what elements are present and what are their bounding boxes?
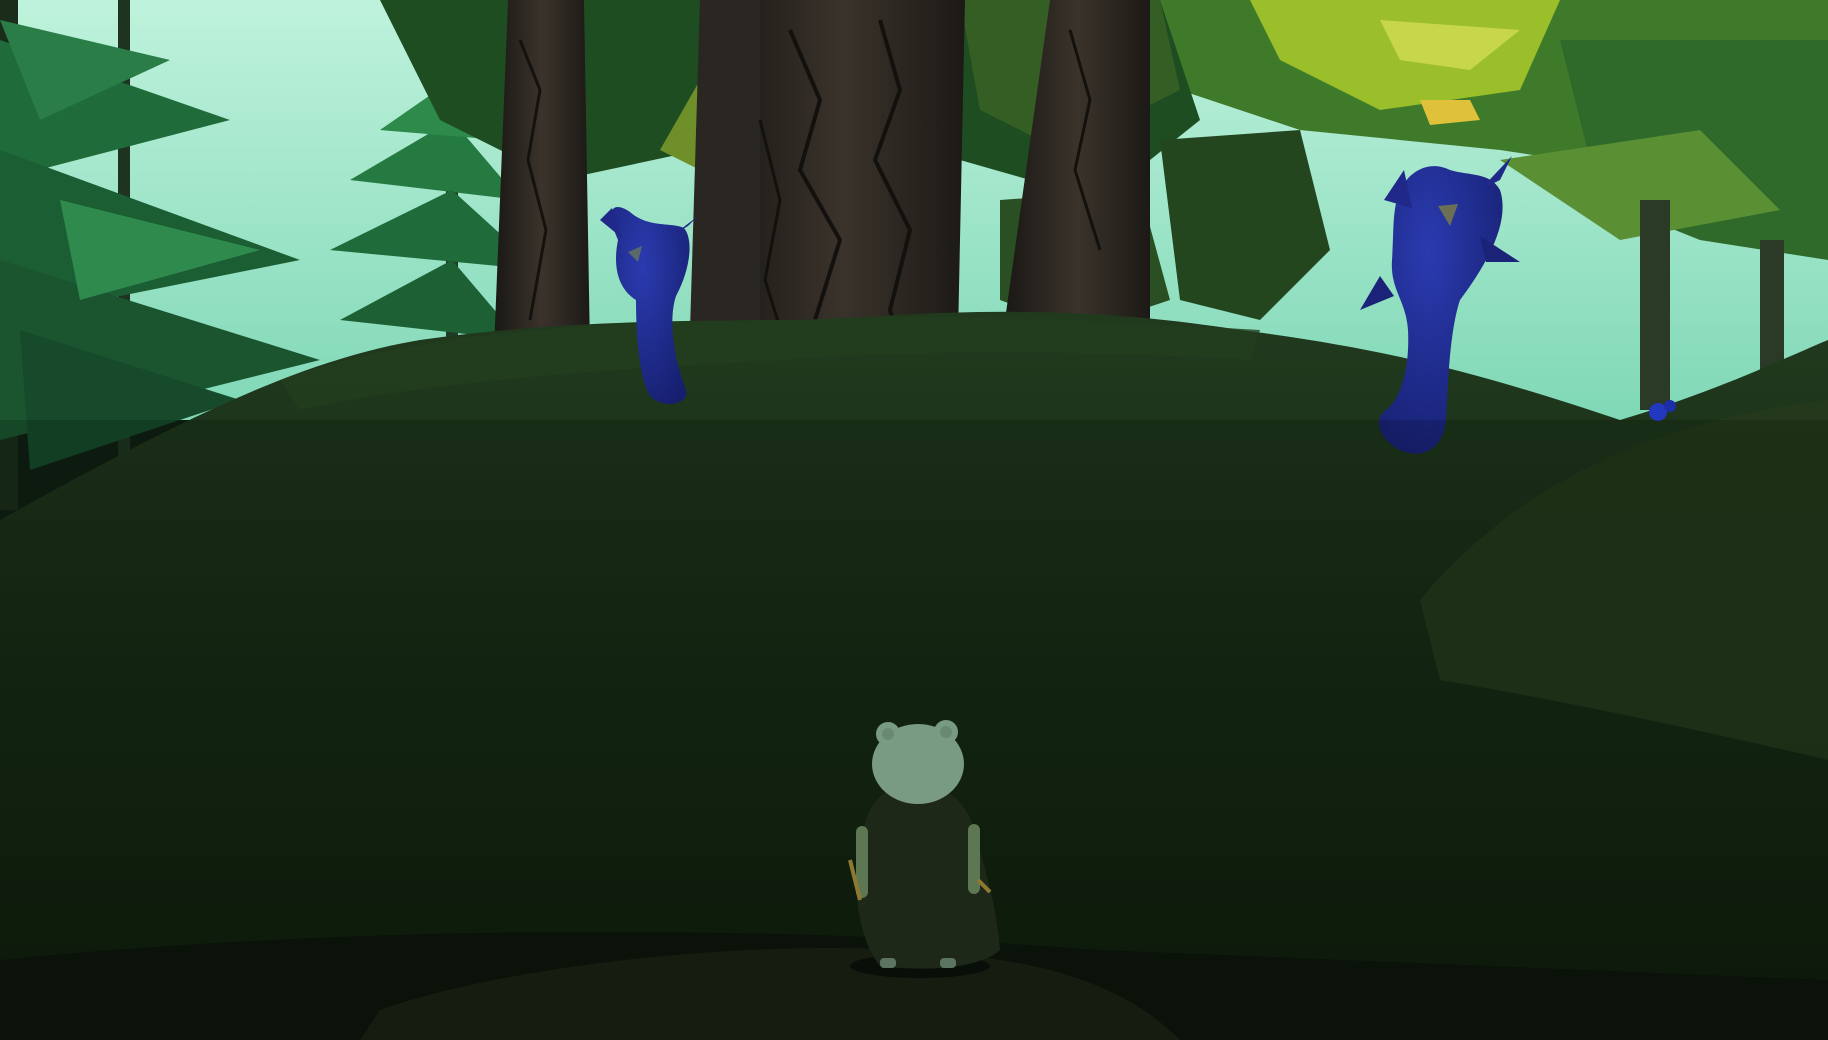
game-viewport[interactable] xyxy=(0,0,1828,1040)
tree-trunk-left xyxy=(494,0,590,350)
forest-scene xyxy=(0,0,1828,1040)
ambient-shade xyxy=(0,420,1828,1040)
